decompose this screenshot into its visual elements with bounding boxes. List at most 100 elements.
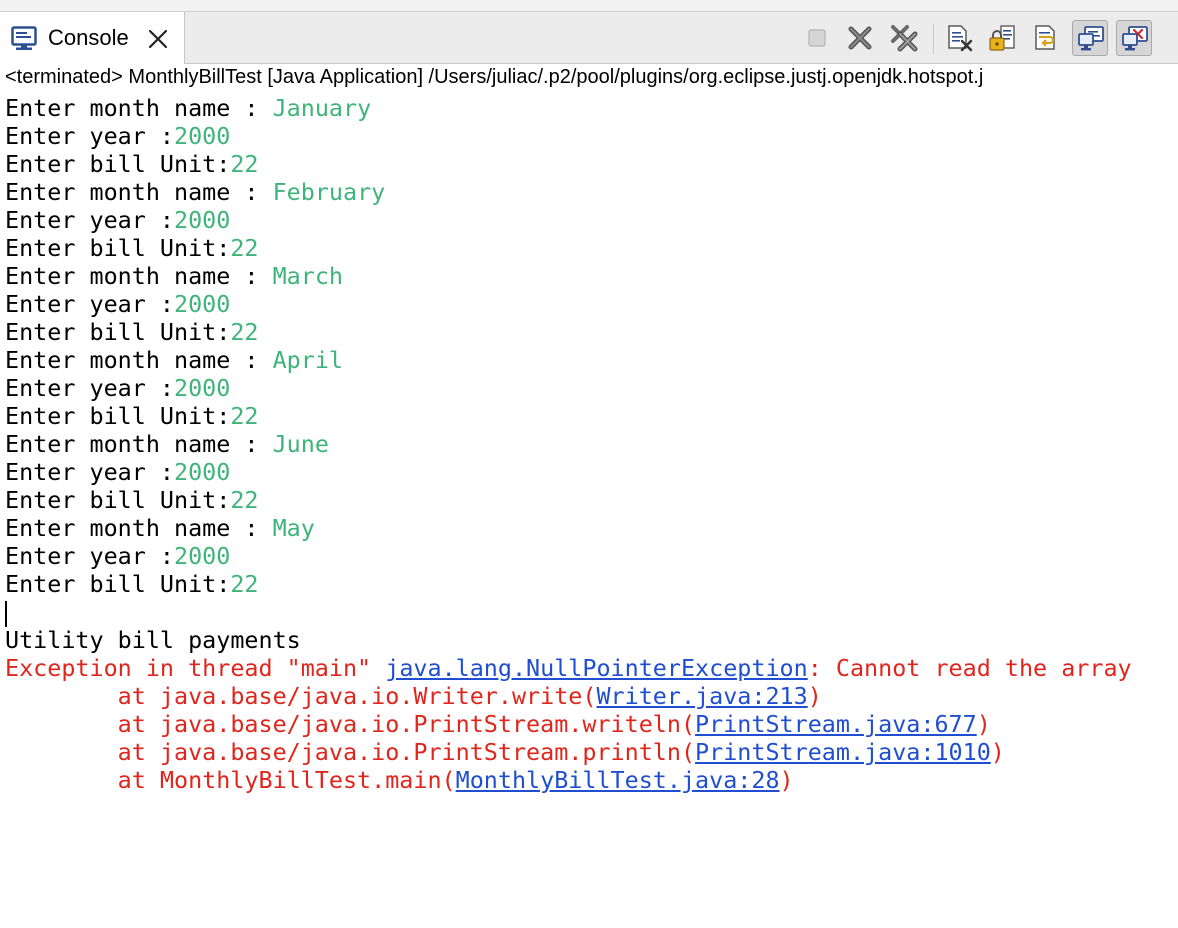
show-on-stderr-button[interactable]	[1116, 20, 1152, 56]
user-input-unit: 22	[230, 150, 259, 178]
user-input-unit: 22	[230, 234, 259, 262]
console-line: Enter month name : February	[0, 178, 1178, 206]
stop-icon	[808, 29, 826, 47]
window-top-strip	[0, 0, 1178, 12]
toolbar-separator	[933, 24, 934, 54]
word-wrap-icon	[1035, 25, 1055, 50]
year-prompt: Enter year :	[5, 206, 174, 234]
scroll-lock-icon	[989, 25, 1015, 51]
stack-frame-method: at java.base/java.io.PrintStream.println…	[5, 738, 696, 766]
show-on-stdout-button[interactable]	[1072, 20, 1108, 56]
stack-frame-method: at MonthlyBillTest.main(	[5, 766, 456, 794]
unit-prompt: Enter bill Unit:	[5, 234, 231, 262]
clear-console-icon	[948, 25, 973, 52]
exception-line: Exception in thread "main" java.lang.Nul…	[0, 654, 1178, 682]
user-input-unit: 22	[230, 486, 259, 514]
clear-console-button[interactable]	[941, 20, 977, 56]
display-console-error-icon	[1122, 26, 1148, 51]
stack-frame-link[interactable]: PrintStream.java:677	[695, 710, 977, 738]
year-prompt: Enter year :	[5, 122, 174, 150]
stack-frame-method: at java.base/java.io.Writer.write(	[5, 682, 597, 710]
exception-class-link[interactable]: java.lang.NullPointerException	[385, 654, 807, 682]
month-prompt: Enter month name :	[5, 94, 273, 122]
user-input-month: March	[272, 262, 343, 290]
console-output[interactable]: Enter month name : January Enter year :2…	[0, 94, 1178, 928]
user-input-month: January	[272, 94, 372, 122]
stack-frame: at java.base/java.io.Writer.write(Writer…	[0, 682, 1178, 710]
console-icon	[11, 26, 37, 50]
user-input-month: February	[272, 178, 386, 206]
terminate-button[interactable]	[799, 20, 835, 56]
remove-all-terminated-button[interactable]	[886, 20, 922, 56]
process-status-line: <terminated> MonthlyBillTest [Java Appli…	[5, 66, 984, 88]
scroll-lock-button[interactable]	[984, 20, 1020, 56]
console-line: Utility bill payments	[0, 626, 1178, 654]
console-view-tabbar: Console	[0, 12, 1178, 64]
stack-frame-suffix: )	[807, 682, 822, 710]
console-line: Enter bill Unit:22	[0, 234, 1178, 262]
output-heading: Utility bill payments	[5, 626, 301, 654]
console-line: Enter bill Unit:22	[0, 486, 1178, 514]
console-line: Enter year :2000	[0, 458, 1178, 486]
user-input-unit: 22	[230, 318, 259, 346]
console-line: Enter year :2000	[0, 122, 1178, 150]
console-line: Enter year :2000	[0, 542, 1178, 570]
year-prompt: Enter year :	[5, 542, 174, 570]
console-line: Enter year :2000	[0, 206, 1178, 234]
user-input-year: 2000	[174, 374, 231, 402]
stack-frame: at java.base/java.io.PrintStream.writeln…	[0, 710, 1178, 738]
stack-frame-link[interactable]: Writer.java:213	[596, 682, 807, 710]
user-input-month: May	[272, 514, 315, 542]
console-line: Enter bill Unit:22	[0, 150, 1178, 178]
exception-prefix: Exception in thread "main"	[5, 654, 386, 682]
console-line: Enter bill Unit:22	[0, 402, 1178, 430]
month-prompt: Enter month name :	[5, 514, 273, 542]
text-caret	[5, 600, 7, 627]
year-prompt: Enter year :	[5, 374, 174, 402]
display-console-icon	[1078, 26, 1104, 51]
user-input-unit: 22	[230, 402, 259, 430]
console-line: Enter bill Unit:22	[0, 318, 1178, 346]
unit-prompt: Enter bill Unit:	[5, 318, 231, 346]
console-line: Enter month name : June	[0, 430, 1178, 458]
stack-frame: at java.base/java.io.PrintStream.println…	[0, 738, 1178, 766]
console-line: Enter month name : January	[0, 94, 1178, 122]
year-prompt: Enter year :	[5, 290, 174, 318]
remove-all-x-icon	[891, 25, 918, 52]
console-line: Enter month name : March	[0, 262, 1178, 290]
unit-prompt: Enter bill Unit:	[5, 486, 231, 514]
user-input-year: 2000	[174, 290, 231, 318]
console-line: Enter month name : May	[0, 514, 1178, 542]
user-input-year: 2000	[174, 458, 231, 486]
tab-console[interactable]: Console	[0, 12, 185, 64]
month-prompt: Enter month name :	[5, 346, 273, 374]
exception-message: : Cannot read the array	[807, 654, 1146, 682]
unit-prompt: Enter bill Unit:	[5, 570, 231, 598]
close-icon[interactable]	[147, 28, 169, 50]
console-line: Enter bill Unit:22	[0, 570, 1178, 598]
remove-launch-button[interactable]	[842, 20, 878, 56]
month-prompt: Enter month name :	[5, 178, 273, 206]
month-prompt: Enter month name :	[5, 430, 273, 458]
stack-frame-suffix: )	[779, 766, 794, 794]
stack-frame-link[interactable]: PrintStream.java:1010	[695, 738, 991, 766]
month-prompt: Enter month name :	[5, 262, 273, 290]
tab-console-label: Console	[48, 25, 129, 50]
remove-x-icon	[848, 26, 872, 50]
stack-frame-link[interactable]: MonthlyBillTest.java:28	[456, 766, 780, 794]
user-input-unit: 22	[230, 570, 259, 598]
word-wrap-button[interactable]	[1028, 20, 1064, 56]
user-input-year: 2000	[174, 206, 231, 234]
user-input-month: April	[272, 346, 343, 374]
console-line: Enter year :2000	[0, 290, 1178, 318]
stack-frame: at MonthlyBillTest.main(MonthlyBillTest.…	[0, 766, 1178, 794]
stack-frame-suffix: )	[976, 710, 991, 738]
user-input-month: June	[272, 430, 329, 458]
console-input-line[interactable]	[0, 598, 1178, 627]
stack-frame-method: at java.base/java.io.PrintStream.writeln…	[5, 710, 696, 738]
console-line: Enter month name : April	[0, 346, 1178, 374]
user-input-year: 2000	[174, 122, 231, 150]
stack-frame-suffix: )	[990, 738, 1005, 766]
unit-prompt: Enter bill Unit:	[5, 402, 231, 430]
year-prompt: Enter year :	[5, 458, 174, 486]
